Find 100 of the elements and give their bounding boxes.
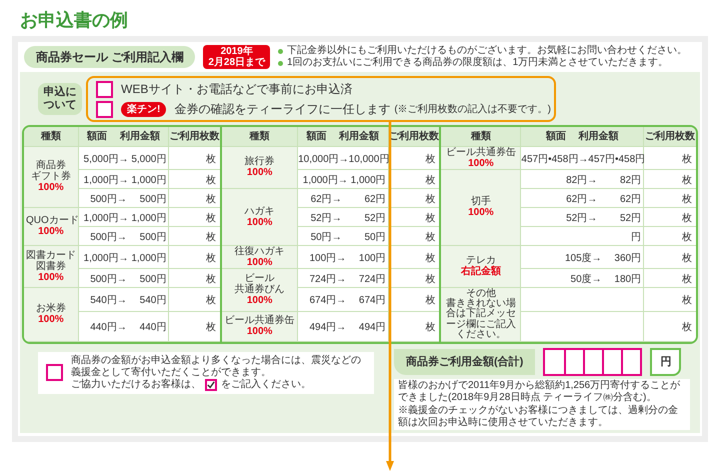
amount-text: 52円→ 52円 xyxy=(310,212,386,224)
rate-label: 100% xyxy=(37,182,65,193)
donation-text: 商品券の金額がお申込金額より多くなった場合には、震災などの義援金として寄付いただくことができます。 xyxy=(71,354,362,378)
count-unit: 枚 xyxy=(682,212,692,224)
type-name: 商品券 xyxy=(34,160,66,171)
column-header: ご利用枚数 xyxy=(644,127,696,146)
option-label: 金券の確認をティーライフに一任します xyxy=(174,101,390,118)
donation-prompt: ご協力いただけるお客様は、 xyxy=(71,378,201,390)
amount-text: 62円→ 62円 xyxy=(566,194,642,204)
page-title: お申込書の例 xyxy=(19,9,129,32)
amount-text: 82円→ 82円 xyxy=(566,174,642,186)
column-header: 種類 xyxy=(24,127,78,146)
rate-label: 100% xyxy=(246,326,274,338)
checkbox[interactable] xyxy=(46,364,63,381)
bullet-icon xyxy=(278,48,284,54)
count-unit: 枚 xyxy=(682,232,692,242)
amount-text: 1,000円→ 1,000円 xyxy=(84,252,166,264)
rate-label: 100% xyxy=(37,272,65,282)
type-name: お米券 xyxy=(34,303,67,314)
rate-label: 100% xyxy=(37,226,65,237)
count-unit: 枚 xyxy=(425,252,436,264)
count-unit: 枚 xyxy=(425,274,436,284)
amount-text: 52円→ 52円 xyxy=(566,212,642,224)
footnote: ※義援金のチェックがないお客様につきましては、過剰分の金額は次回お申込時に使用させていただきます。 xyxy=(398,405,679,429)
type-name: 旅行券 xyxy=(244,156,276,167)
amount-text: 円 xyxy=(631,232,642,242)
total-label: 商品券ご利用金額(合計) xyxy=(394,348,536,375)
rate-label: 100% xyxy=(246,256,274,268)
count-unit: 枚 xyxy=(425,174,436,186)
type-name: テレカ xyxy=(466,255,496,266)
option-label: WEBサイト・お電話などで事前にお申込済 xyxy=(121,81,352,98)
column-header: 額面 利用金額 xyxy=(298,127,388,146)
amount-text: 50度→ 180円 xyxy=(570,274,642,284)
notice-text: 下記金券以外にもご利用いただけるものがございます。お気軽にお問い合わせください。 xyxy=(287,45,688,56)
count-unit: 枚 xyxy=(682,194,692,204)
rate-label: 100% xyxy=(467,207,495,218)
application-label: 申込について xyxy=(38,82,82,116)
type-name: 図書券 xyxy=(34,260,67,272)
count-unit: 枚 xyxy=(206,154,216,164)
unit-label: 円 xyxy=(650,348,682,376)
amount-text: 440円→ 440円 xyxy=(90,322,166,334)
footnote: 皆様のおかげで2011年9月から総額約1,256万円寄付することができました(2018年9月28日時点 ティーライフ㈱分含む)。 xyxy=(398,380,682,404)
amount-text: 494円→ 494円 xyxy=(309,322,386,334)
checkbox[interactable] xyxy=(96,100,113,118)
count-unit: 枚 xyxy=(682,295,692,306)
rate-label: 100% xyxy=(246,295,274,306)
type-name: 切手 xyxy=(470,196,492,207)
amount-digit-boxes[interactable] xyxy=(543,348,642,376)
count-unit: 枚 xyxy=(682,154,692,164)
deadline-badge: 2019年 2月28日まで xyxy=(203,45,270,69)
count-unit: 枚 xyxy=(206,252,216,264)
column-header: ご利用枚数 xyxy=(168,127,222,146)
type-note: 書ききれない場合は下記メッセージ欄にご記入ください。 xyxy=(444,298,517,340)
amount-text: 500円→ 500円 xyxy=(90,232,166,242)
rate-label: 右記金額 xyxy=(460,266,502,277)
type-name: その他 xyxy=(464,288,497,298)
type-name: 共通券びん xyxy=(234,284,286,296)
type-name: 図書カード xyxy=(26,250,76,260)
count-unit: 枚 xyxy=(425,295,436,306)
type-name: QUOカード xyxy=(26,215,76,226)
column-header: 額面 利用金額 xyxy=(78,127,169,146)
count-unit: 枚 xyxy=(682,174,692,186)
count-unit: 枚 xyxy=(682,274,692,284)
rate-label: 100% xyxy=(467,158,495,168)
amount-text: 100円→ 100円 xyxy=(309,252,386,264)
type-name: ビール共通券缶 xyxy=(444,146,517,158)
amount-text: 457円•458円→457円•458円 xyxy=(521,154,646,164)
type-name: ギフト券 xyxy=(30,171,72,182)
section-title: 商品券セール ご利用記入欄 xyxy=(24,46,196,68)
count-unit: 枚 xyxy=(206,194,216,204)
rate-label: 100% xyxy=(37,314,65,325)
count-unit: 枚 xyxy=(682,252,692,264)
amount-text: 50円→ 50円 xyxy=(310,232,386,242)
checked-box-icon xyxy=(205,378,217,390)
count-unit: 枚 xyxy=(425,212,436,224)
amount-text: 500円→ 500円 xyxy=(90,274,166,284)
rate-label: 100% xyxy=(246,167,274,178)
count-unit: 枚 xyxy=(206,232,216,242)
type-name: ビール共通券缶 xyxy=(224,315,296,326)
amount-text: 1,000円→ 1,000円 xyxy=(84,212,166,224)
donation-prompt: をご記入ください。 xyxy=(221,378,311,390)
amount-text: 1,000円→ 1,000円 xyxy=(84,174,166,186)
bullet-icon xyxy=(278,60,284,66)
amount-text: 5,000円→ 5,000円 xyxy=(84,154,166,164)
notice-text: 1回のお支払いにご利用できる商品券の限度額は、1万円未満とさせていただきます。 xyxy=(287,57,668,69)
count-unit: 枚 xyxy=(425,322,436,334)
count-unit: 枚 xyxy=(425,194,436,204)
type-name: ハガキ xyxy=(244,206,276,216)
easy-badge: 楽チン! xyxy=(121,102,166,116)
column-header: 種類 xyxy=(221,127,298,146)
amount-text: 10,000円→10,000円 xyxy=(298,154,390,164)
type-name: ビール xyxy=(244,273,276,284)
checkbox[interactable] xyxy=(96,80,113,98)
count-unit: 枚 xyxy=(206,295,216,306)
option-note: (※ご利用枚数の記入は不要です。) xyxy=(394,102,552,116)
rate-label: 100% xyxy=(246,216,274,228)
amount-text: 540円→ 540円 xyxy=(90,295,166,306)
amount-text: 500円→ 500円 xyxy=(90,194,166,204)
count-unit: 枚 xyxy=(206,174,216,186)
amount-text: 62円→ 62円 xyxy=(310,194,386,204)
